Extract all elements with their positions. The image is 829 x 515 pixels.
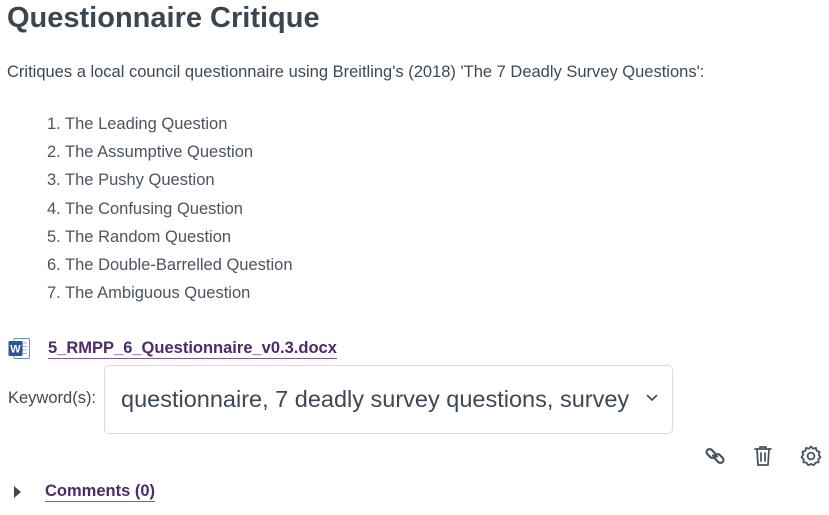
list-item: 3. The Pushy Question (47, 171, 215, 190)
trash-icon (754, 446, 772, 466)
attachment-link[interactable]: 5_RMPP_6_Questionnaire_v0.3.docx (48, 338, 337, 359)
page-description: Critiques a local council questionnaire … (7, 63, 705, 81)
page-title: Questionnaire Critique (7, 2, 320, 34)
link-icon (705, 447, 725, 465)
chevron-down-icon (646, 394, 658, 401)
item-toolbar (700, 443, 824, 469)
comments-toggle[interactable]: Comments (0) (45, 481, 156, 502)
attachment: W 5_RMPP_6_Questionnaire_v0.3.docx (8, 335, 337, 361)
expand-triangle-icon[interactable] (14, 485, 21, 498)
list-item: 1. The Leading Question (47, 115, 228, 133)
word-doc-icon: W (8, 337, 30, 359)
list-item: 4. The Confusing Question (47, 199, 243, 218)
list-item: 6. The Double-Barrelled Question (47, 255, 293, 274)
list-item: 5. The Random Question (47, 227, 232, 246)
word-icon-letter: W (10, 343, 21, 355)
question-list: 1. The Leading Question 2. The Assumptiv… (47, 112, 293, 309)
list-item: 7. The Ambiguous Question (47, 284, 251, 303)
list-item: 2. The Assumptive Question (47, 143, 254, 162)
settings-button[interactable] (798, 443, 824, 469)
gear-icon (800, 445, 822, 467)
keywords-label: Keyword(s): (8, 389, 97, 407)
delete-button[interactable] (750, 443, 776, 469)
keywords-select[interactable]: questionnaire, 7 deadly survey questions… (104, 365, 673, 434)
comments-section: Comments (0) (14, 481, 156, 502)
link-button[interactable] (702, 443, 728, 469)
keywords-value: questionnaire, 7 deadly survey questions… (121, 386, 630, 412)
